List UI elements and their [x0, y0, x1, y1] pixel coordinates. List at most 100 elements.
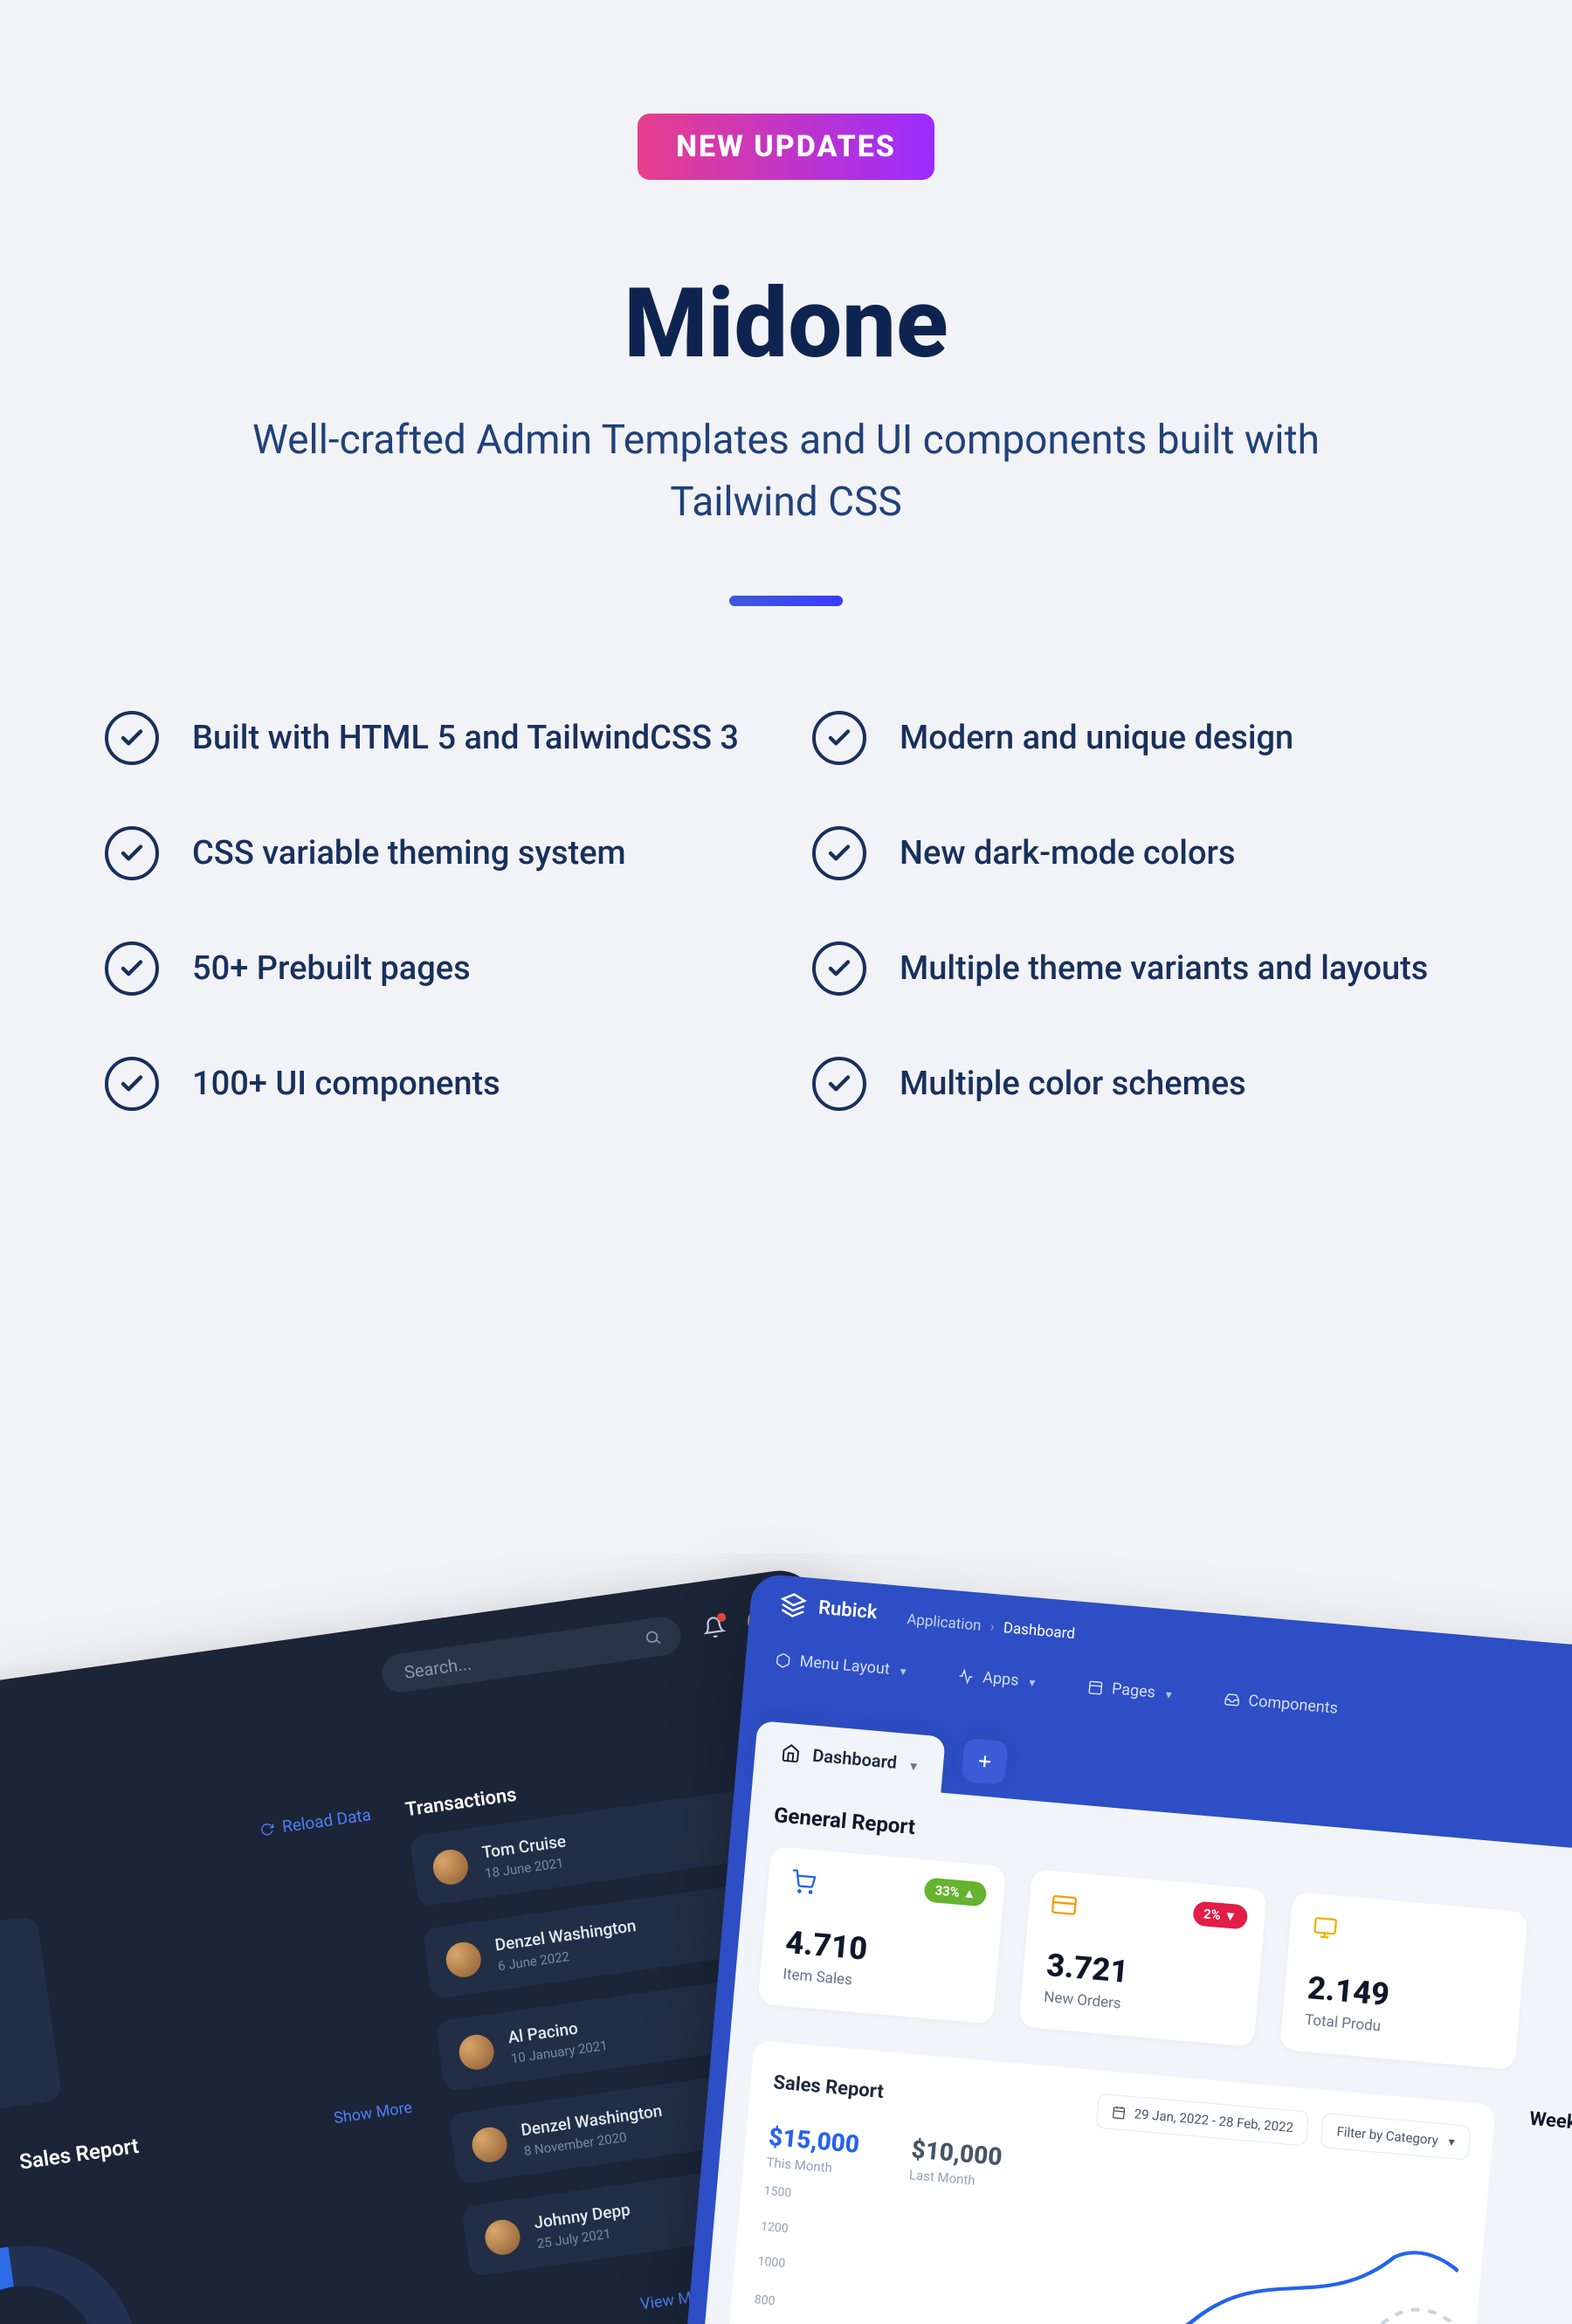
- search-placeholder: Search...: [403, 1652, 472, 1683]
- check-icon: [812, 826, 866, 880]
- nav-pages[interactable]: Pages: [1086, 1678, 1172, 1703]
- mockups-container: Search... Forms Widgets: [0, 1363, 1572, 2324]
- divider-accent: [729, 596, 843, 606]
- layers-icon: [779, 1591, 808, 1620]
- feature-item: New dark-mode colors: [812, 826, 1467, 880]
- this-month-value: $15,000: [768, 2122, 861, 2159]
- feature-item: 100+ UI components: [105, 1057, 760, 1111]
- avatar: [457, 2032, 496, 2072]
- check-icon: [812, 1057, 866, 1111]
- home-icon: [781, 1743, 802, 1764]
- chevron-down-icon: [1446, 2134, 1456, 2150]
- last-month-label: Last Month: [908, 2167, 1000, 2190]
- filter-label: Filter by Category: [1336, 2124, 1439, 2148]
- feature-text: Multiple theme variants and layouts: [900, 949, 1428, 988]
- breadcrumb-current: Dashboard: [1003, 1619, 1076, 1643]
- new-updates-badge: NEW UPDATES: [638, 114, 934, 180]
- avatar: [470, 2125, 509, 2164]
- feature-item: Modern and unique design: [812, 711, 1467, 765]
- search-icon: [643, 1628, 663, 1648]
- feature-text: Built with HTML 5 and TailwindCSS 3: [192, 719, 739, 757]
- this-month-label: This Month: [766, 2155, 858, 2178]
- hero-section: NEW UPDATES Midone Well-crafted Admin Te…: [0, 0, 1572, 606]
- activity-icon: [958, 1667, 976, 1685]
- monitor-icon: [1312, 1925, 1338, 1945]
- date-range-picker[interactable]: 29 Jan, 2022 - 28 Feb, 2022: [1095, 2093, 1309, 2147]
- weekly-top-heading: Weekly Top: [1528, 2108, 1572, 2150]
- date-range-label: 29 Jan, 2022 - 28 Feb, 2022: [1134, 2106, 1294, 2135]
- nav-label: Pages: [1111, 1679, 1156, 1701]
- feature-item: Multiple theme variants and layouts: [812, 941, 1467, 996]
- credit-card-icon: [1051, 1902, 1077, 1922]
- search-input[interactable]: Search...: [379, 1615, 683, 1695]
- sales-report-heading: Sales Report: [17, 2134, 140, 2175]
- nav-label: Menu Layout: [799, 1652, 891, 1679]
- breadcrumb: Application › Dashboard: [907, 1610, 1076, 1643]
- check-icon: [812, 711, 866, 765]
- calendar-icon: [1111, 2105, 1126, 2120]
- tab-label: Dashboard: [811, 1745, 898, 1773]
- feature-text: Modern and unique design: [900, 719, 1293, 757]
- brand-logo[interactable]: Rubick: [779, 1591, 879, 1626]
- sales-report-heading: Sales Report: [773, 2072, 885, 2103]
- chevron-down-icon: [908, 1753, 918, 1775]
- inbox-icon: [1224, 1691, 1241, 1708]
- filter-dropdown[interactable]: Filter by Category: [1320, 2113, 1471, 2161]
- product-title: Midone: [624, 267, 948, 380]
- chevron-down-icon: [898, 1661, 907, 1680]
- stat-card-new-orders: 2% ▼ 3.721 New Orders: [1018, 1869, 1267, 2047]
- feature-text: CSS variable theming system: [192, 834, 626, 872]
- layout-icon: [1086, 1679, 1104, 1696]
- y-tick: 1000: [757, 2255, 786, 2272]
- cart-icon: [789, 1879, 816, 1900]
- show-more-link[interactable]: Show More: [333, 2098, 413, 2127]
- sales-report-card: Sales Report 29 Jan, 2022 - 28 Feb, 2022…: [718, 2040, 1496, 2324]
- nav-menu-layout[interactable]: Menu Layout: [775, 1651, 907, 1680]
- y-tick: 1500: [763, 2184, 792, 2201]
- brand-name: Rubick: [817, 1596, 878, 1624]
- stat-card-visitors: 152.040 Unique Visitor: [0, 1915, 63, 2131]
- weekly-top-card: Weekly Top: [1527, 2108, 1572, 2165]
- check-icon: [105, 1057, 159, 1111]
- features-grid: Built with HTML 5 and TailwindCSS 3 Mode…: [105, 711, 1467, 1111]
- feature-item: 50+ Prebuilt pages: [105, 941, 760, 996]
- add-tab-button[interactable]: [961, 1738, 1008, 1785]
- donut-chart-icon: 62%: [0, 2231, 152, 2324]
- avatar: [444, 1940, 483, 1979]
- feature-text: 50+ Prebuilt pages: [192, 949, 471, 988]
- nav-apps[interactable]: Apps: [958, 1666, 1037, 1692]
- avatar: [483, 2217, 522, 2257]
- stat-card-total-products: 2.149 Total Produ: [1279, 1892, 1528, 2070]
- plus-icon: [974, 1751, 995, 1772]
- nav-label: Components: [1248, 1692, 1339, 1718]
- chevron-down-icon: [1163, 1684, 1173, 1703]
- feature-text: Multiple color schemes: [900, 1065, 1246, 1103]
- nav-label: Apps: [982, 1668, 1019, 1690]
- product-subtitle: Well-crafted Admin Templates and UI comp…: [196, 410, 1376, 534]
- feature-item: Multiple color schemes: [812, 1057, 1467, 1111]
- stat-card-item-sales: 33% ▲ 4.710 Item Sales: [757, 1846, 1006, 2024]
- refresh-icon: [259, 1821, 274, 1837]
- feature-item: Built with HTML 5 and TailwindCSS 3: [105, 711, 760, 765]
- light-dashboard-mockup: Rubick Application › Dashboard Menu Layo…: [665, 1573, 1572, 2324]
- check-icon: [812, 941, 866, 996]
- stat-tag: 2% ▼: [1192, 1900, 1248, 1929]
- reload-label: Reload Data: [281, 1804, 373, 1837]
- nav-components[interactable]: Components: [1224, 1689, 1339, 1717]
- feature-text: New dark-mode colors: [900, 834, 1236, 872]
- check-icon: [105, 941, 159, 996]
- transactions-heading: Transactions: [404, 1784, 518, 1822]
- feature-text: 100+ UI components: [192, 1065, 500, 1103]
- feature-item: CSS variable theming system: [105, 826, 760, 880]
- y-tick: 800: [754, 2293, 776, 2308]
- donut-charts: 62%: [0, 2162, 455, 2324]
- general-report-heading: General Report: [773, 1803, 916, 1839]
- chevron-down-icon: [1027, 1672, 1037, 1692]
- check-icon: [105, 711, 159, 765]
- box-icon: [775, 1652, 792, 1669]
- breadcrumb-app[interactable]: Application: [907, 1610, 982, 1634]
- notification-dot: [716, 1612, 726, 1622]
- y-tick: 1200: [761, 2219, 789, 2236]
- check-icon: [105, 826, 159, 880]
- notifications-icon[interactable]: [701, 1614, 727, 1644]
